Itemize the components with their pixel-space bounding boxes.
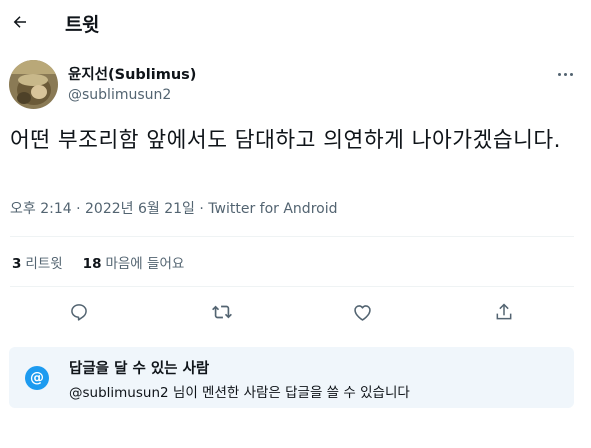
- avatar[interactable]: [9, 60, 58, 109]
- more-dot: [569, 72, 573, 76]
- retweet-icon: [212, 305, 232, 319]
- author-names: 윤지선(Sublimus) @sublimusun2: [68, 66, 196, 104]
- avatar-image: [9, 60, 58, 109]
- page-title: 트윗: [65, 14, 99, 36]
- tweet-time[interactable]: 오후 2:14: [10, 201, 72, 217]
- at-icon: @: [25, 366, 49, 390]
- tweet-stats: 3 리트윗 18 마음에 들어요: [12, 252, 184, 272]
- more-options-button[interactable]: [553, 64, 577, 84]
- reply-restriction-notice: @ 답글을 달 수 있는 사람 @sublimusun2 님이 멘션한 사람은 …: [9, 347, 574, 408]
- share-button[interactable]: [490, 298, 518, 326]
- display-name[interactable]: 윤지선(Sublimus): [68, 66, 196, 84]
- tweet-author: 윤지선(Sublimus) @sublimusun2: [9, 60, 196, 109]
- tweet-source[interactable]: Twitter for Android: [208, 201, 337, 217]
- reply-icon: [71, 304, 87, 321]
- divider: [10, 286, 574, 287]
- share-icon: [496, 303, 512, 320]
- more-dots-icon: [557, 72, 561, 76]
- tweet-text: 어떤 부조리함 앞에서도 담대하고 의연하게 나아가겠습니다.: [10, 128, 562, 153]
- like-button[interactable]: [348, 298, 376, 326]
- reply-restriction-title: 답글을 달 수 있는 사람: [69, 361, 210, 377]
- tweet-metadata: 오후 2:14 · 2022년 6월 21일 · Twitter for And…: [10, 198, 337, 218]
- retweet-count[interactable]: 3 리트윗: [12, 252, 63, 272]
- action-bar: [0, 294, 591, 330]
- meta-separator: ·: [76, 201, 81, 217]
- retweet-button[interactable]: [208, 298, 236, 326]
- more-dot: [563, 72, 567, 76]
- reply-restriction-description: @sublimusun2 님이 멘션한 사람은 답글을 쓸 수 있습니다: [69, 385, 410, 401]
- reply-button[interactable]: [65, 298, 93, 326]
- retweet-count-label: 리트윗: [25, 256, 63, 272]
- tweet-date[interactable]: 2022년 6월 21일: [85, 201, 195, 217]
- divider: [10, 236, 574, 237]
- heart-icon: [353, 304, 371, 321]
- like-count[interactable]: 18 마음에 들어요: [83, 252, 185, 272]
- meta-separator: ·: [199, 201, 204, 217]
- like-count-label: 마음에 들어요: [105, 256, 185, 272]
- arrow-left-icon: [13, 16, 26, 28]
- user-handle[interactable]: @sublimusun2: [68, 86, 196, 104]
- retweet-count-value: 3: [12, 256, 22, 272]
- back-button[interactable]: [6, 8, 34, 36]
- header-bar: 트윗: [0, 0, 591, 46]
- like-count-value: 18: [82, 256, 102, 272]
